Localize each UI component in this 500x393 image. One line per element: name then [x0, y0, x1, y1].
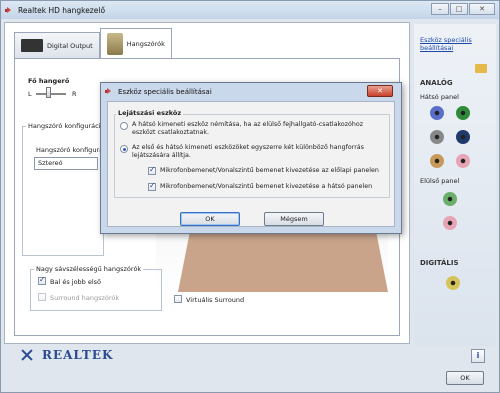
tab-speakers-label: Hangszórók: [126, 39, 165, 48]
virtual-surround-checkbox[interactable]: [174, 295, 182, 303]
surround-checkbox[interactable]: [38, 293, 46, 301]
title-bar: Realtek HD hangkezelő – □ ✕: [1, 1, 499, 19]
surround-label: Surround hangszórók: [50, 294, 120, 302]
radio-independent-playback[interactable]: [120, 145, 128, 153]
caption-buttons: – □ ✕: [431, 3, 495, 15]
main-volume-label: Fő hangerő: [28, 77, 70, 85]
device-settings-link[interactable]: Eszköz speciális beállításai: [420, 36, 500, 52]
window-title: Realtek HD hangkezelő: [18, 5, 106, 15]
back-jack-icon[interactable]: [430, 130, 444, 144]
tab-speakers[interactable]: Hangszórók: [99, 28, 172, 58]
digital-output-icon: [21, 39, 43, 52]
back-jack-icon[interactable]: [430, 154, 444, 168]
speaker-config-group-title: Hangszóró konfiguráció: [26, 122, 107, 130]
back-panel-label: Hátsó panel: [420, 93, 459, 101]
dialog-body: Lejátszási eszköz A hátsó kimeneti eszkö…: [107, 101, 395, 227]
realtek-crab-icon: [18, 348, 36, 362]
back-jack-icon[interactable]: [456, 154, 470, 168]
digital-jack-icon[interactable]: [446, 276, 460, 290]
mic-front-checkbox[interactable]: [148, 165, 156, 175]
close-button[interactable]: ✕: [469, 3, 495, 15]
radio-mute-rear[interactable]: [120, 122, 128, 130]
maximize-button[interactable]: □: [450, 3, 468, 15]
realtek-logo: REALTEK: [18, 348, 113, 362]
speaker-config-select[interactable]: Sztereó: [34, 157, 98, 170]
back-jack-icon[interactable]: [456, 130, 470, 144]
front-panel-label: Elülső panel: [420, 177, 460, 185]
dialog-title-bar: Eszköz speciális beállításai: [101, 83, 401, 100]
back-jack-icon[interactable]: [430, 106, 444, 120]
speaker-icon: [5, 6, 14, 15]
balance-slider-track: [36, 93, 66, 95]
device-settings-dialog: Eszköz speciális beállításai ✕ Lejátszás…: [100, 82, 402, 234]
balance-left-label: L: [28, 90, 32, 98]
dialog-cancel-button[interactable]: Mégsem: [264, 212, 324, 226]
main-ok-button[interactable]: OK: [446, 371, 484, 385]
front-jack-icon[interactable]: [443, 192, 457, 206]
fullrange-group-title: Nagy sávszélességű hangszórók: [34, 265, 144, 273]
balance-right-label: R: [72, 90, 77, 98]
device-tabs: Digital Output Hangszórók: [14, 28, 172, 58]
dialog-title: Eszköz speciális beállításai: [118, 87, 212, 96]
dialog-ok-button[interactable]: OK: [180, 212, 240, 226]
folder-icon[interactable]: [475, 64, 487, 73]
brand-text: REALTEK: [42, 348, 114, 362]
info-button[interactable]: i: [471, 349, 485, 363]
dialog-close-button[interactable]: ✕: [367, 85, 393, 97]
speakers-icon: [106, 32, 123, 55]
balance-slider[interactable]: [46, 87, 51, 98]
front-lr-label: Bal és jobb első: [50, 278, 102, 286]
analog-heading: ANALÓG: [420, 79, 453, 87]
mic-back-checkbox[interactable]: [148, 181, 156, 191]
speaker-icon: [105, 87, 114, 96]
fullrange-group: [30, 269, 162, 311]
minimize-button[interactable]: –: [431, 3, 449, 15]
option-independent-playback-label: Az első és hátsó kimeneti eszközöket egy…: [132, 144, 364, 159]
speaker-floor: [178, 228, 388, 292]
mic-back-label: Mikrofonbemenet/Vonalszintű bemenet kive…: [160, 183, 373, 190]
back-jack-icon[interactable]: [456, 106, 470, 120]
digital-heading: DIGITÁLIS: [420, 259, 459, 267]
option-mute-rear-label: A hátsó kimeneti eszköz némítása, ha az …: [132, 121, 364, 136]
virtual-surround-label: Virtuális Surround: [186, 296, 245, 304]
front-jack-icon[interactable]: [443, 216, 457, 230]
tab-digital-output-label: Digital Output: [47, 41, 93, 50]
playback-device-title: Lejátszási eszköz: [116, 109, 184, 117]
front-lr-checkbox[interactable]: [38, 275, 46, 285]
mic-front-label: Mikrofonbemenet/Vonalszintű bemenet kive…: [160, 167, 379, 174]
tab-digital-output[interactable]: Digital Output: [14, 32, 100, 58]
